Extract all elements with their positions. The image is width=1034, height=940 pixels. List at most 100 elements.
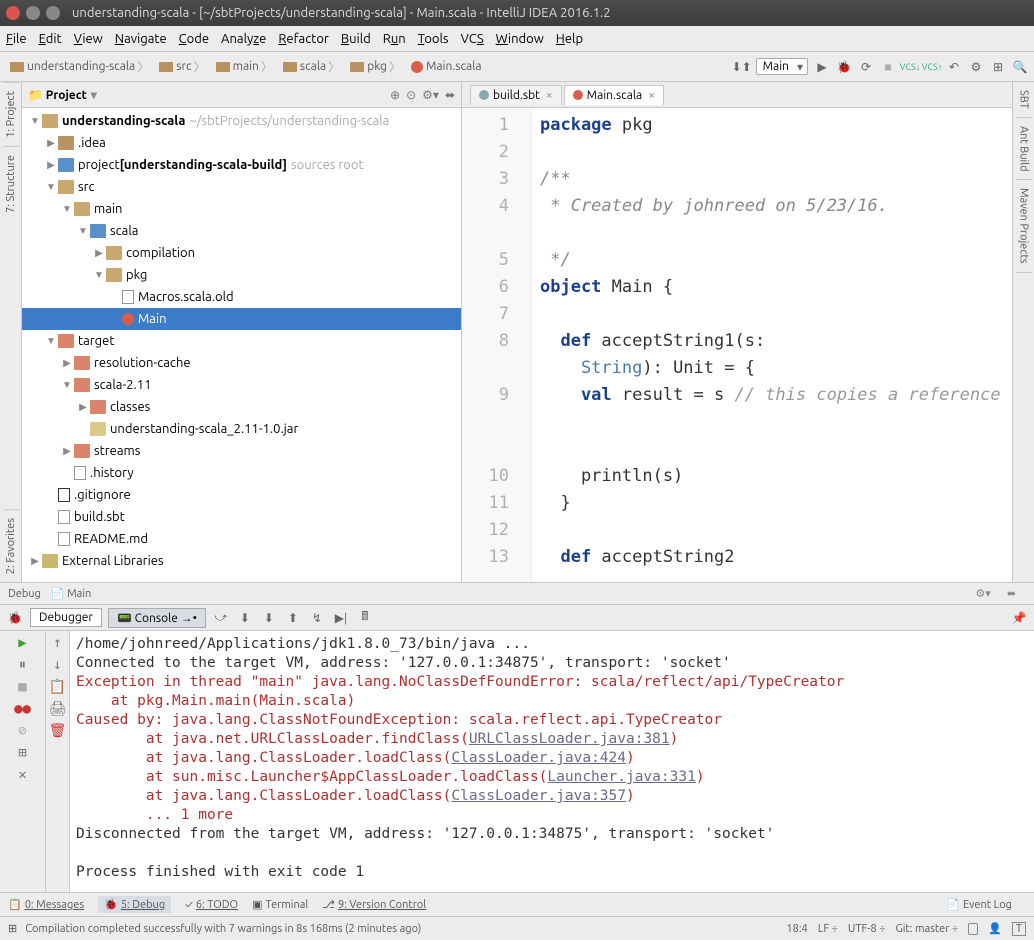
tree-macros[interactable]: Macros.scala.old (22, 286, 461, 308)
gear-icon[interactable]: ⚙▾ (975, 587, 990, 600)
debugger-tab[interactable]: Debugger (30, 608, 102, 627)
rerun-icon[interactable]: 🐞 (6, 609, 24, 627)
run-config-select[interactable]: Main (756, 58, 808, 75)
step-over-icon[interactable]: ⤻ (212, 609, 230, 627)
evaluate-icon[interactable]: 🖩 (356, 609, 374, 627)
close-icon[interactable]: × (546, 89, 553, 102)
tree-pkg[interactable]: ▼pkg (22, 264, 461, 286)
down-icon[interactable]: ↓ (53, 657, 61, 673)
status-encoding[interactable]: UTF-8 ÷ (848, 923, 886, 935)
close-icon[interactable] (6, 6, 20, 20)
restore-icon[interactable]: ⊞ (18, 745, 26, 761)
menu-file[interactable]: File (6, 32, 27, 46)
minimize-icon[interactable] (26, 6, 40, 20)
mute-icon[interactable]: ⊘ (18, 723, 26, 739)
pin-icon[interactable]: 📌 (1010, 609, 1028, 627)
status-position[interactable]: 18:4 (786, 923, 807, 935)
menu-refactor[interactable]: Refactor (278, 32, 329, 46)
settings-icon[interactable]: ⚙ (968, 59, 984, 75)
menu-view[interactable]: View (74, 32, 103, 46)
make-icon[interactable]: ⬇⬆ (734, 59, 750, 75)
vcs-commit-icon[interactable]: VCS↑ (924, 59, 940, 75)
tree-gitignore[interactable]: .gitignore (22, 484, 461, 506)
tree-scala[interactable]: ▼scala (22, 220, 461, 242)
crumb-src[interactable]: src (155, 56, 211, 77)
crumb-scala[interactable]: scala (279, 56, 346, 77)
close-icon[interactable]: × (648, 89, 655, 102)
debug-tab-label[interactable]: Debug (8, 588, 41, 600)
run-to-cursor-icon[interactable]: ▶| (332, 609, 350, 627)
menu-build[interactable]: Build (341, 32, 371, 46)
tree-src[interactable]: ▼src (22, 176, 461, 198)
stop-icon[interactable]: ■ (18, 679, 26, 695)
editor-body[interactable]: 1234 5678 9 10111213 package pkg /** * C… (462, 108, 1012, 582)
menu-tools[interactable]: Tools (418, 32, 449, 46)
tree-history[interactable]: .history (22, 462, 461, 484)
tool-todo[interactable]: ✓ 6: TODO (185, 899, 238, 911)
structure-icon[interactable]: ⊞ (990, 59, 1006, 75)
crumb-pkg[interactable]: pkg (346, 56, 407, 77)
run-icon[interactable]: ▶ (814, 59, 830, 75)
tool-debug[interactable]: 🐞 5: Debug (98, 896, 171, 913)
search-icon[interactable]: 🔍 (1012, 59, 1028, 75)
tree-target[interactable]: ▼target (22, 330, 461, 352)
lock-icon[interactable] (968, 923, 978, 935)
step-into-icon[interactable]: ⬇ (236, 609, 254, 627)
tree-mainobj[interactable]: Main (22, 308, 461, 330)
wrap-icon[interactable]: 📋 (49, 679, 66, 695)
tree-jar[interactable]: understanding-scala_2.11-1.0.jar (22, 418, 461, 440)
menu-navigate[interactable]: Navigate (115, 32, 167, 46)
tree-buildsbt[interactable]: build.sbt (22, 506, 461, 528)
step-out-icon[interactable]: ⬆ (284, 609, 302, 627)
pause-icon[interactable]: ⏸ (19, 657, 26, 673)
sidetab-favorites[interactable]: 2: Favorites (3, 509, 19, 582)
project-tree[interactable]: ▼understanding-scala~/sbtProjects/unders… (22, 108, 461, 582)
tab-mainscala[interactable]: Main.scala× (564, 85, 664, 105)
force-step-icon[interactable]: ⬇ (260, 609, 278, 627)
clear-icon[interactable]: 🗑 (49, 723, 67, 739)
tree-classes[interactable]: ▶classes (22, 396, 461, 418)
tab-buildsbt[interactable]: build.sbt× (470, 85, 562, 105)
stop-icon[interactable]: ■ (880, 59, 896, 75)
menu-code[interactable]: Code (179, 32, 209, 46)
drop-frame-icon[interactable]: ↯ (308, 609, 326, 627)
sidetab-antbuild[interactable]: Ant Build (1016, 118, 1032, 181)
vcs-update-icon[interactable]: VCS↓ (902, 59, 918, 75)
tree-compilation[interactable]: ▶compilation (22, 242, 461, 264)
tree-main[interactable]: ▼main (22, 198, 461, 220)
debug-main-label[interactable]: 📄 Main (51, 587, 101, 600)
hide-icon[interactable]: ⬌ (445, 88, 455, 102)
crumb-root[interactable]: understanding-scala (6, 56, 155, 77)
coverage-icon[interactable]: ⟳ (858, 59, 874, 75)
sidetab-structure[interactable]: 7: Structure (3, 146, 19, 221)
menu-run[interactable]: Run (383, 32, 406, 46)
locate-icon[interactable]: ⊙ (406, 88, 416, 102)
sidetab-maven[interactable]: Maven Projects (1016, 180, 1032, 273)
menu-edit[interactable]: Edit (39, 32, 62, 46)
breakpoints-icon[interactable]: ●● (14, 701, 31, 717)
menu-window[interactable]: Window (496, 32, 544, 46)
menu-help[interactable]: Help (556, 32, 583, 46)
status-lf[interactable]: LF ÷ (818, 923, 838, 935)
console-output[interactable]: /home/johnreed/Applications/jdk1.8.0_73/… (70, 631, 1034, 892)
tree-streams[interactable]: ▶streams (22, 440, 461, 462)
tree-idea[interactable]: ▶.idea (22, 132, 461, 154)
tree-project[interactable]: ▶project [understanding-scala-build]sour… (22, 154, 461, 176)
tree-root[interactable]: ▼understanding-scala~/sbtProjects/unders… (22, 110, 461, 132)
resume-icon[interactable]: ▶ (18, 635, 26, 651)
hide-icon[interactable]: ⬌ (1007, 587, 1016, 600)
status-git[interactable]: Git: master ÷ (895, 923, 958, 935)
print-icon[interactable]: 🖨 (49, 701, 67, 717)
up-icon[interactable]: ↑ (53, 635, 61, 651)
tool-eventlog[interactable]: 📄 Event Log (946, 898, 1012, 911)
console-tab[interactable]: 📟 Console →• (108, 608, 206, 628)
code-area[interactable]: package pkg /** * Created by johnreed on… (532, 108, 1012, 582)
window-layout-icon[interactable]: ⊞ (8, 922, 17, 935)
sidetab-sbt[interactable]: SBT (1016, 82, 1032, 118)
tree-scala211[interactable]: ▼scala-2.11 (22, 374, 461, 396)
dropdown-icon[interactable]: ▾ (91, 88, 97, 102)
tool-messages[interactable]: 📋 0: Messages (8, 898, 84, 911)
sidetab-project[interactable]: 1: Project (3, 82, 19, 146)
memory-icon[interactable]: T (1012, 922, 1026, 936)
debug-icon[interactable]: 🐞 (836, 59, 852, 75)
